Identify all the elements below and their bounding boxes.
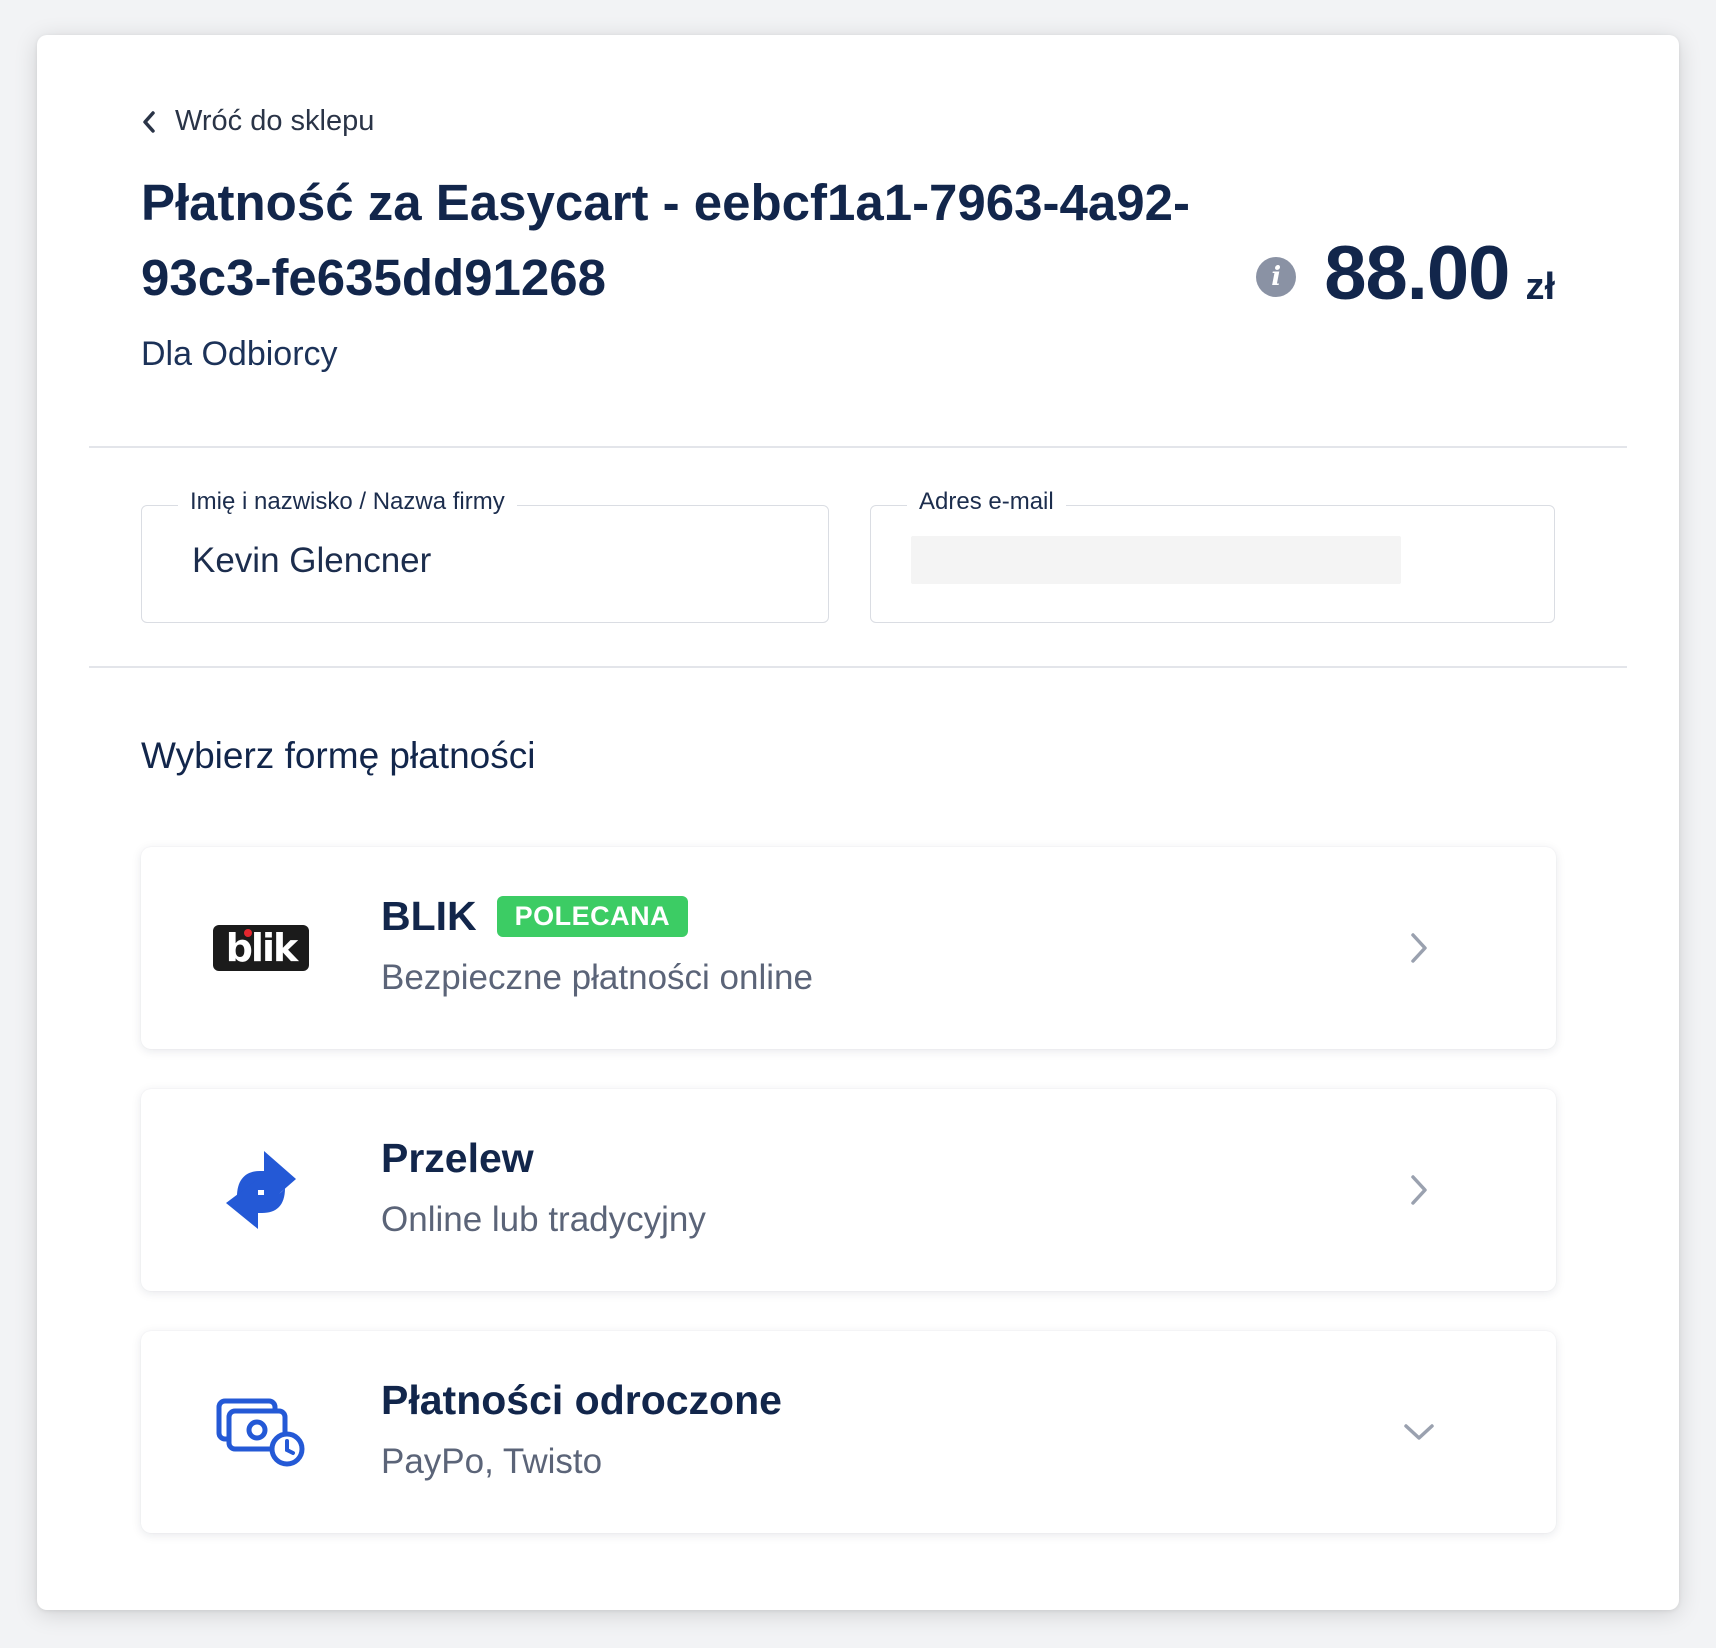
payment-option-subtitle: Online lub tradycyjny <box>381 1200 706 1239</box>
price-block: i 88.00 zł <box>1256 230 1555 317</box>
name-field[interactable]: Imię i nazwisko / Nazwa firmy <box>141 488 829 623</box>
payment-method-heading: Wybierz formę płatności <box>141 735 536 776</box>
payment-option-text: Przelew Online lub tradycyjny <box>381 1135 706 1240</box>
back-to-shop-link[interactable]: Wróć do sklepu <box>141 105 374 138</box>
blik-logo-mark: blik <box>213 925 309 971</box>
payment-option-title: Płatności odroczone <box>381 1377 782 1423</box>
back-to-shop-label: Wróć do sklepu <box>175 105 375 137</box>
payment-option-deferred[interactable]: Płatności odroczone PayPo, Twisto <box>141 1331 1556 1533</box>
payment-option-title: BLIK <box>381 893 477 939</box>
divider <box>89 666 1627 668</box>
payment-option-title-row: Płatności odroczone <box>381 1377 782 1424</box>
recipient-label: Dla Odbiorcy <box>141 335 338 373</box>
chevron-right-icon <box>1402 931 1436 965</box>
email-input[interactable] <box>911 536 1401 584</box>
name-input[interactable] <box>192 536 792 586</box>
price-amount: 88.00 <box>1324 231 1510 316</box>
payment-option-text: BLIK POLECANA Bezpieczne płatności onlin… <box>381 893 813 998</box>
transfer-arrows-icon <box>211 1140 311 1240</box>
email-field[interactable]: Adres e-mail <box>870 488 1555 623</box>
payment-option-title: Przelew <box>381 1135 534 1181</box>
payment-option-text: Płatności odroczone PayPo, Twisto <box>381 1377 782 1482</box>
deferred-payment-icon <box>211 1382 311 1482</box>
recommended-badge: POLECANA <box>496 896 689 937</box>
payment-option-blik[interactable]: blik BLIK POLECANA Bezpieczne płatności … <box>141 847 1556 1049</box>
payment-option-subtitle: Bezpieczne płatności online <box>381 958 813 997</box>
payment-option-title-row: BLIK POLECANA <box>381 893 813 940</box>
payment-option-transfer[interactable]: Przelew Online lub tradycyjny <box>141 1089 1556 1291</box>
chevron-down-icon <box>1402 1415 1436 1449</box>
blik-logo: blik <box>211 898 311 998</box>
page-title: Płatność za Easycart - eebcf1a1-7963-4a9… <box>141 174 1190 306</box>
info-icon[interactable]: i <box>1256 257 1297 297</box>
payment-option-subtitle: PayPo, Twisto <box>381 1442 603 1481</box>
divider <box>89 446 1627 448</box>
payment-card: Wróć do sklepu Płatność za Easycart - ee… <box>37 35 1679 1610</box>
email-field-label: Adres e-mail <box>907 488 1066 516</box>
blik-logo-dot <box>244 929 252 937</box>
chevron-left-icon <box>143 110 155 133</box>
blik-logo-text: blik <box>225 926 299 970</box>
price-currency: zł <box>1525 266 1555 308</box>
name-field-label: Imię i nazwisko / Nazwa firmy <box>178 488 517 516</box>
payment-option-title-row: Przelew <box>381 1135 706 1182</box>
chevron-right-icon <box>1402 1173 1436 1207</box>
